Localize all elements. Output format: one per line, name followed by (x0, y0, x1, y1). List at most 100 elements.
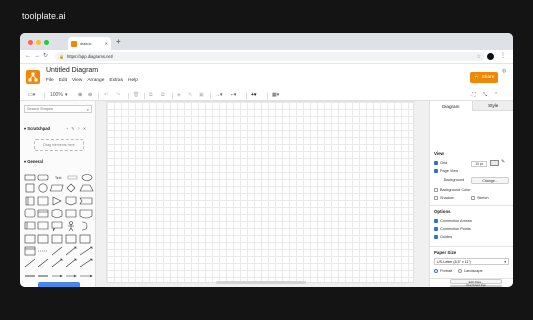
page-view-label: Page View (440, 169, 459, 173)
chevron-up-icon[interactable]: ⌃ (494, 92, 498, 99)
grid-color-swatch[interactable] (490, 160, 499, 166)
fullscreen-icon[interactable]: ⛶ (472, 92, 476, 99)
zoom-in-icon[interactable]: ⊕ (78, 92, 82, 99)
search-shapes-input[interactable]: Search Shapes ⌕ (24, 105, 92, 113)
search-shapes-placeholder: Search Shapes (27, 107, 53, 111)
delete-icon[interactable]: 🗑 (133, 92, 139, 99)
tab-strip: draw.io ✕ + (20, 33, 513, 50)
add-icon[interactable]: + (66, 127, 69, 131)
background-color-option[interactable]: Background Color (434, 188, 470, 192)
diagram-canvas[interactable] (96, 101, 429, 287)
share-button[interactable]: 🔒 Share (470, 72, 498, 83)
profile-avatar[interactable] (487, 53, 494, 60)
menu-edit[interactable]: Edit (59, 78, 67, 83)
connection-points-option[interactable]: Connection Points (434, 227, 471, 231)
portrait-radio[interactable] (434, 269, 438, 273)
close-tab-icon[interactable]: ✕ (105, 41, 108, 46)
general-header[interactable]: ▾ General (24, 159, 43, 164)
shadow-option[interactable]: Shadow (434, 196, 454, 200)
scratchpad-header[interactable]: ▾ Scratchpad (24, 126, 50, 131)
table-icon[interactable]: ▦▾ (272, 92, 279, 99)
app-header: Untitled Diagram File Edit View Arrange … (20, 64, 513, 91)
zoom-dropdown-icon[interactable]: ▾ (65, 92, 68, 99)
guides-checkbox[interactable] (434, 235, 438, 239)
waypoints-icon[interactable]: ⌐▾ (231, 92, 236, 99)
line-color-icon[interactable]: ✎ (188, 92, 192, 99)
scratchpad-actions: + ✎ ? ✕ (66, 126, 87, 131)
menu-help[interactable]: Help (128, 78, 138, 83)
undo-icon[interactable]: ↶ (104, 92, 108, 99)
page-view-checkbox[interactable] (434, 169, 438, 173)
edit-icon[interactable]: ✎ (71, 127, 75, 131)
shadow-icon[interactable]: ▣ (199, 92, 204, 99)
insert-icon[interactable]: +▾ (251, 92, 256, 99)
maximize-window-button[interactable] (44, 40, 49, 45)
shape-palette: Text (24, 174, 94, 284)
diagram-title[interactable]: Untitled Diagram (46, 67, 98, 74)
portrait-option[interactable]: Portrait (434, 269, 452, 273)
close-icon[interactable]: ✕ (83, 127, 87, 131)
guides-option[interactable]: Guides (434, 235, 452, 239)
browser-menu-icon[interactable]: ⋮ (500, 52, 506, 60)
menu-view[interactable]: View (72, 78, 82, 83)
back-icon[interactable]: ← (25, 52, 31, 60)
diagram-page-grid[interactable] (106, 101, 414, 283)
search-icon[interactable]: ⌕ (87, 107, 89, 112)
connection-arrows-option[interactable]: Connection Arrows (434, 219, 472, 223)
browser-tab[interactable]: draw.io ✕ (68, 37, 111, 50)
connection-points-checkbox[interactable] (434, 227, 438, 231)
language-globe-icon[interactable]: ◍ (502, 68, 506, 74)
view-section-title: View (434, 151, 444, 156)
connection-arrows-checkbox[interactable] (434, 219, 438, 223)
help-icon[interactable]: ? (78, 127, 81, 131)
connection-style-icon[interactable]: →▾ (215, 92, 223, 99)
menu-arrange[interactable]: Arrange (87, 78, 104, 83)
to-front-icon[interactable]: ⧉ (149, 92, 153, 99)
portrait-label: Portrait (440, 269, 453, 273)
paper-size-select[interactable]: US-Letter (8,5" x 11") ▾ (434, 258, 509, 265)
navigation-bar: ← → ↻ 🔒 https://app.diagrams.net/ ☆ ⋮ (20, 50, 513, 64)
landscape-radio[interactable] (458, 269, 462, 273)
svg-text:Text: Text (55, 176, 61, 180)
zoom-select[interactable]: 100% (50, 92, 63, 99)
toolbar-separator (246, 93, 247, 99)
more-shapes-button[interactable] (38, 282, 80, 287)
zoom-out-icon[interactable]: ⊖ (88, 92, 92, 99)
to-back-icon[interactable]: ⧉ (161, 92, 165, 99)
toolbar: ▭▾ 100% ▾ ⊕ ⊖ ↶ ↷ 🗑 ⧉ ⧉ ◈ ✎ ▣ →▾ ⌐▾ +▾ ▦… (20, 91, 513, 101)
edit-grid-icon[interactable]: ✎ (501, 159, 505, 165)
tab-style[interactable]: Style (471, 101, 513, 111)
format-panel-toggle-icon[interactable]: ▭▾ (28, 92, 35, 99)
minimize-window-button[interactable] (36, 40, 41, 45)
fill-color-icon[interactable]: ◈ (177, 92, 181, 99)
background-row: Background (444, 178, 464, 182)
background-color-checkbox[interactable] (434, 188, 438, 192)
collapse-icon[interactable]: ⤡ (483, 92, 487, 99)
clear-default-style-button[interactable]: Clear Default Style (450, 284, 502, 287)
general-label: General (27, 159, 43, 164)
forward-icon[interactable]: → (34, 52, 40, 60)
address-bar[interactable]: 🔒 https://app.diagrams.net/ ☆ (55, 52, 485, 61)
new-tab-button[interactable]: + (116, 38, 121, 46)
sketch-option[interactable]: Sketch (471, 196, 489, 200)
grid-option[interactable]: Grid (434, 161, 447, 165)
change-background-button[interactable]: Change... (471, 177, 509, 184)
menu-extras[interactable]: Extras (109, 78, 123, 83)
shadow-checkbox[interactable] (434, 196, 438, 200)
grid-size-input[interactable]: 10 pt (471, 161, 487, 167)
brand-label: toolplate.ai (22, 11, 66, 21)
grid-label: Grid (440, 161, 448, 165)
page-view-option[interactable]: Page View (434, 169, 458, 173)
landscape-option[interactable]: Landscape (458, 269, 483, 273)
general-shapes-grid[interactable]: Text (24, 174, 94, 284)
redo-icon[interactable]: ↷ (116, 92, 120, 99)
close-window-button[interactable] (28, 40, 33, 45)
grid-checkbox[interactable] (434, 161, 438, 165)
scratchpad-dropzone[interactable]: Drag elements here (34, 139, 84, 151)
bookmark-star-icon[interactable]: ☆ (477, 54, 481, 60)
reload-icon[interactable]: ↻ (43, 52, 48, 60)
horizontal-scrollbar[interactable] (216, 281, 306, 284)
tab-diagram[interactable]: Diagram (430, 101, 472, 111)
menu-file[interactable]: File (46, 78, 54, 83)
sketch-checkbox[interactable] (471, 196, 475, 200)
